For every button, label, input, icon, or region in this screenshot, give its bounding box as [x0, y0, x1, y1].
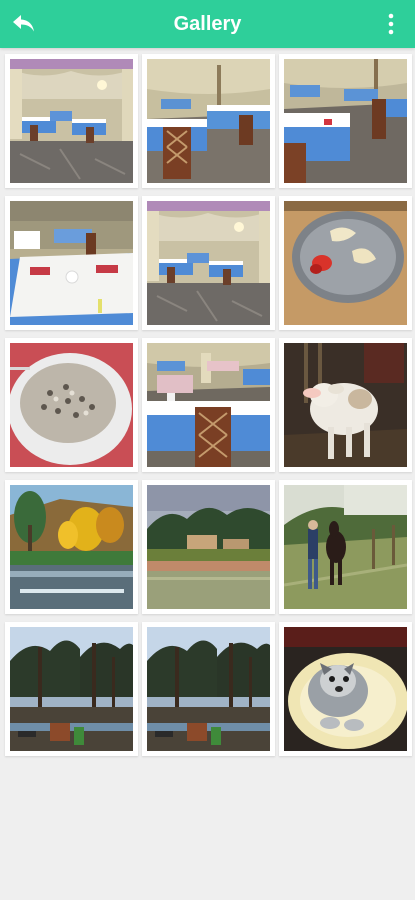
photo-person-horse — [284, 485, 407, 609]
photo-puppy-basket — [284, 627, 407, 751]
photo-autumn-pond — [10, 485, 133, 609]
photo-calf — [284, 343, 407, 467]
photo-restaurant-tables — [284, 59, 407, 183]
gallery-photo-tile[interactable] — [142, 480, 275, 614]
app-bar: Gallery — [0, 0, 415, 48]
photo-pasta-plate — [284, 201, 407, 325]
gallery-photo-tile[interactable] — [279, 54, 412, 188]
gallery-photo-tile[interactable] — [5, 338, 138, 472]
gallery-photo-tile[interactable] — [279, 196, 412, 330]
gallery-photo-tile[interactable] — [142, 622, 275, 756]
photo-restaurant-tent — [147, 201, 270, 325]
photo-restaurant-tables — [147, 343, 270, 467]
gallery-photo-tile[interactable] — [5, 196, 138, 330]
gallery-photo-tile[interactable] — [142, 54, 275, 188]
gallery-photo-tile[interactable] — [5, 480, 138, 614]
gallery-photo-tile[interactable] — [142, 196, 275, 330]
photo-lake-building — [147, 485, 270, 609]
photo-pine-lake — [147, 627, 270, 751]
gallery-photo-tile[interactable] — [279, 622, 412, 756]
photo-restaurant-tables — [147, 59, 270, 183]
overflow-menu-button[interactable] — [373, 6, 409, 42]
photo-restaurant-tent — [10, 59, 133, 183]
photo-pine-lake — [10, 627, 133, 751]
gallery-photo-tile[interactable] — [142, 338, 275, 472]
gallery-photo-tile[interactable] — [279, 480, 412, 614]
photo-grid — [5, 54, 412, 756]
photo-risotto-plate — [10, 343, 133, 467]
gallery-photo-tile[interactable] — [5, 54, 138, 188]
more-vert-icon — [388, 13, 394, 35]
photo-table-setting — [10, 201, 133, 325]
gallery-photo-tile[interactable] — [5, 622, 138, 756]
page-title: Gallery — [173, 13, 242, 35]
gallery-photo-tile[interactable] — [279, 338, 412, 472]
